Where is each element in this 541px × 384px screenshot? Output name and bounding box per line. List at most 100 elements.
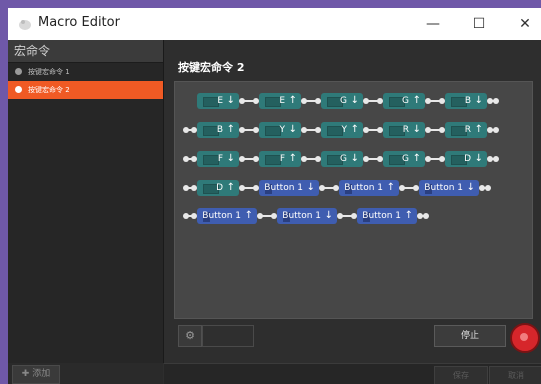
sequence-connector bbox=[363, 127, 383, 133]
settings-gear-button[interactable]: ⚙ bbox=[178, 325, 202, 347]
macro-dot-icon bbox=[15, 86, 22, 93]
mouse-event-chip[interactable]: Button 1 ↓ bbox=[419, 180, 479, 196]
sequence-connector bbox=[479, 185, 491, 191]
key-event-chip[interactable]: E ↑ bbox=[259, 93, 301, 109]
arrow-up-icon: ↑ bbox=[474, 124, 483, 135]
save-button[interactable]: 保存 bbox=[434, 366, 488, 384]
title-bar: Macro Editor — ☐ ✕ bbox=[8, 8, 541, 40]
event-label: Button 1 bbox=[282, 211, 321, 221]
sequence-connector bbox=[319, 185, 339, 191]
key-event-chip[interactable]: E ↓ bbox=[197, 93, 239, 109]
event-label: Button 1 bbox=[424, 183, 463, 193]
arrow-down-icon: ↓ bbox=[474, 153, 483, 164]
mouse-event-chip[interactable]: Button 1 ↓ bbox=[259, 180, 319, 196]
sequence-connector bbox=[399, 185, 419, 191]
cancel-button[interactable]: 取消 bbox=[489, 366, 541, 384]
arrow-up-icon: ↑ bbox=[288, 95, 297, 106]
window-title: Macro Editor bbox=[38, 15, 120, 30]
maximize-button[interactable]: ☐ bbox=[459, 12, 499, 36]
sequence-connector bbox=[337, 213, 357, 219]
arrow-up-icon: ↑ bbox=[244, 210, 253, 221]
app-icon bbox=[19, 20, 31, 30]
event-label: Y bbox=[341, 125, 348, 135]
sequence-connector bbox=[363, 156, 383, 162]
stop-button[interactable]: 停止 bbox=[434, 325, 506, 347]
add-macro-button[interactable]: ✚ 添加 bbox=[12, 365, 60, 384]
key-event-chip[interactable]: G ↓ bbox=[321, 93, 363, 109]
mouse-event-chip[interactable]: Button 1 ↑ bbox=[339, 180, 399, 196]
sequence-connector bbox=[301, 98, 321, 104]
sidebar-header: 宏命令 bbox=[8, 40, 163, 63]
mouse-event-chip[interactable]: Button 1 ↑ bbox=[357, 208, 417, 224]
sequence-connector bbox=[239, 127, 259, 133]
sidebar-footer: ✚ 添加 bbox=[8, 363, 163, 384]
event-swatch bbox=[203, 155, 219, 165]
event-swatch bbox=[265, 155, 281, 165]
sidebar-item-label: 按键宏命令 2 bbox=[28, 86, 70, 94]
arrow-down-icon: ↓ bbox=[226, 95, 235, 106]
sequence-connector bbox=[183, 156, 197, 162]
record-button[interactable] bbox=[510, 323, 540, 353]
key-event-chip[interactable]: Y ↑ bbox=[321, 122, 363, 138]
event-label: F bbox=[279, 154, 285, 164]
key-event-chip[interactable]: G ↑ bbox=[383, 93, 425, 109]
event-label: Button 1 bbox=[362, 211, 401, 221]
close-button[interactable]: ✕ bbox=[505, 12, 541, 36]
minimize-button[interactable]: — bbox=[413, 12, 453, 36]
arrow-down-icon: ↓ bbox=[412, 124, 421, 135]
key-event-chip[interactable]: D ↑ bbox=[197, 180, 239, 196]
key-event-chip[interactable]: B ↓ bbox=[445, 93, 487, 109]
sequence-connector bbox=[487, 127, 499, 133]
event-label: G bbox=[340, 154, 347, 164]
arrow-up-icon: ↑ bbox=[226, 124, 235, 135]
sequence-connector bbox=[239, 185, 259, 191]
sidebar-item-macro-1[interactable]: 按键宏命令 1 bbox=[8, 63, 163, 81]
sequence-connector bbox=[183, 127, 197, 133]
sequence-connector bbox=[183, 213, 197, 219]
macro-editor-window: Macro Editor — ☐ ✕ 宏命令 按键宏命令 1 按键宏命令 2 ✚… bbox=[8, 8, 541, 384]
key-event-chip[interactable]: G ↓ bbox=[321, 151, 363, 167]
macro-editor-main: 按键宏命令 2 E ↓ E ↑ G ↓ G ↑ B ↓ B ↑ Y ↓ Y ↑ R ↓ R ↑ F ↓ F ↑ G ↓ G ↑ D ↓ D ↑… bbox=[164, 40, 541, 384]
key-event-chip[interactable]: D ↓ bbox=[445, 151, 487, 167]
key-event-chip[interactable]: F ↑ bbox=[259, 151, 301, 167]
arrow-up-icon: ↑ bbox=[412, 95, 421, 106]
event-label: E bbox=[279, 96, 285, 106]
sequence-connector bbox=[183, 185, 197, 191]
arrow-down-icon: ↓ bbox=[288, 124, 297, 135]
key-event-chip[interactable]: R ↓ bbox=[383, 122, 425, 138]
sidebar-item-label: 按键宏命令 1 bbox=[28, 68, 70, 76]
sidebar-item-macro-2[interactable]: 按键宏命令 2 bbox=[8, 81, 163, 99]
sequence-connector bbox=[239, 98, 259, 104]
key-event-chip[interactable]: R ↑ bbox=[445, 122, 487, 138]
sequence-connector bbox=[257, 213, 277, 219]
event-label: Y bbox=[279, 125, 286, 135]
event-label: G bbox=[402, 154, 409, 164]
macro-dot-icon bbox=[15, 68, 22, 75]
sequence-connector bbox=[487, 98, 499, 104]
event-label: R bbox=[402, 125, 409, 135]
arrow-down-icon: ↓ bbox=[350, 153, 359, 164]
arrow-down-icon: ↓ bbox=[350, 95, 359, 106]
sequence-connector bbox=[301, 156, 321, 162]
key-event-chip[interactable]: Y ↓ bbox=[259, 122, 301, 138]
arrow-up-icon: ↑ bbox=[404, 210, 413, 221]
key-event-chip[interactable]: F ↓ bbox=[197, 151, 239, 167]
mouse-event-chip[interactable]: Button 1 ↓ bbox=[277, 208, 337, 224]
mouse-event-chip[interactable]: Button 1 ↑ bbox=[197, 208, 257, 224]
sequence-connector bbox=[363, 98, 383, 104]
macro-sequence-panel: E ↓ E ↑ G ↓ G ↑ B ↓ B ↑ Y ↓ Y ↑ R ↓ R ↑ F ↓ F ↑ G ↓ G ↑ D ↓ D ↑ Button 1… bbox=[174, 81, 533, 319]
add-macro-label: 添加 bbox=[32, 369, 51, 379]
event-label: Button 1 bbox=[264, 183, 303, 193]
event-label: E bbox=[217, 96, 223, 106]
arrow-up-icon: ↑ bbox=[350, 124, 359, 135]
event-label: B bbox=[216, 125, 223, 135]
key-event-chip[interactable]: G ↑ bbox=[383, 151, 425, 167]
dialog-footer: 保存 取消 bbox=[164, 363, 541, 384]
arrow-down-icon: ↓ bbox=[466, 182, 475, 193]
sequence-connector bbox=[425, 156, 445, 162]
key-event-chip[interactable]: B ↑ bbox=[197, 122, 239, 138]
delay-input[interactable] bbox=[202, 325, 254, 347]
event-label: D bbox=[216, 183, 223, 193]
event-label: G bbox=[402, 96, 409, 106]
arrow-down-icon: ↓ bbox=[226, 153, 235, 164]
